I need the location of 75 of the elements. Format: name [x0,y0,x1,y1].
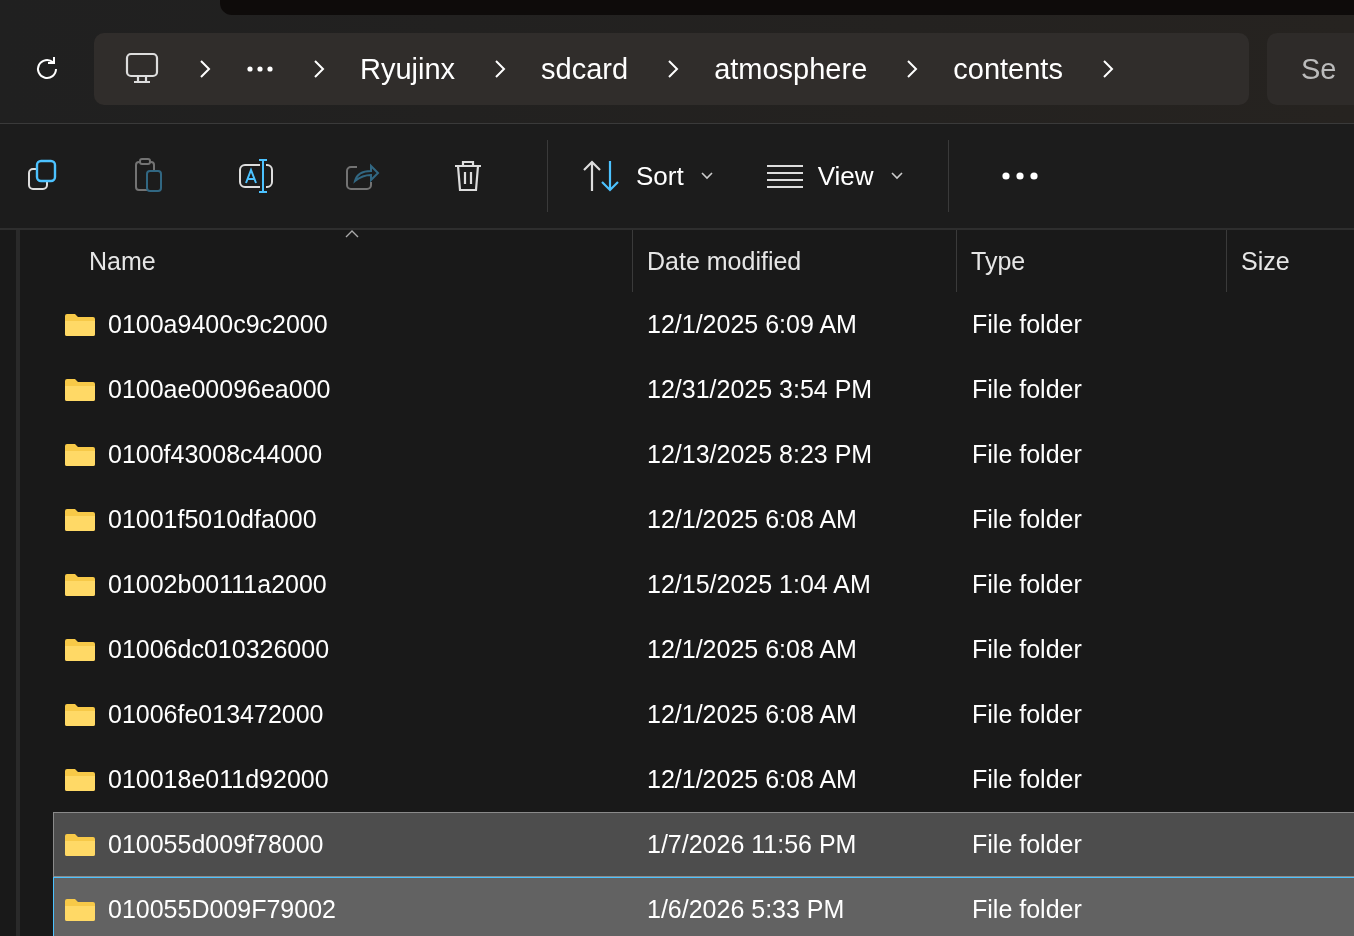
address-bar[interactable]: Ryujinx sdcard atmosphere contents [94,33,1249,105]
more-icon[interactable] [1000,171,1039,181]
file-name: 01006dc010326000 [108,635,330,664]
date-modified: 12/13/2025 8:23 PM [647,440,873,469]
file-row[interactable]: 01001f5010dfa000 12/1/2025 6:08 AM File folder [53,487,1354,552]
file-row[interactable]: 01006dc010326000 12/1/2025 6:08 AM File folder [53,617,1354,682]
folder-icon [64,702,96,727]
file-row[interactable]: 01006fe013472000 12/1/2025 6:08 AM File folder [53,682,1354,747]
file-row[interactable]: 010018e011d92000 12/1/2025 6:08 AM File folder [53,747,1354,812]
view-button[interactable]: View [765,160,904,192]
date-modified: 12/1/2025 6:08 AM [647,635,857,664]
file-type: File folder [972,570,1082,599]
file-row[interactable]: 01002b00111a2000 12/15/2025 1:04 AM File folder [53,552,1354,617]
folder-icon [64,312,96,337]
breadcrumb[interactable]: Ryujinx [360,52,456,86]
file-type: File folder [972,505,1082,534]
rename-icon[interactable] [237,157,275,195]
file-type: File folder [972,310,1082,339]
chevron-icon[interactable] [198,59,212,79]
file-name: 01002b00111a2000 [108,570,327,599]
more-icon[interactable] [246,65,274,73]
date-modified: 12/1/2025 6:09 AM [647,310,857,339]
column-header[interactable]: Name [20,230,632,292]
folder-icon [64,637,96,662]
folder-icon [64,767,96,792]
breadcrumb[interactable]: sdcard [541,52,629,86]
date-modified: 12/1/2025 6:08 AM [647,700,857,729]
folder-icon [64,507,96,532]
file-type: File folder [972,700,1082,729]
selected-row[interactable]: 010055d009f78000 1/7/2026 11:56 PM File folder [53,812,1354,877]
selected-row[interactable]: 010055D009F79002 1/6/2026 5:33 PM File folder [53,877,1354,936]
date-modified: 12/31/2025 3:54 PM [647,375,873,404]
sort-icon[interactable] [582,159,622,193]
file-type: File folder [972,375,1082,404]
folder-icon [64,832,96,857]
file-type: File folder [972,765,1082,794]
date-modified: 12/1/2025 6:08 AM [647,765,857,794]
folder-icon [64,442,96,467]
breadcrumb[interactable]: atmosphere [714,52,868,86]
date-modified: 1/7/2026 11:56 PM [647,830,857,859]
file-type: File folder [972,635,1082,664]
file-type: File folder [972,830,1082,859]
column-header[interactable]: Date modified [632,230,956,292]
folder-icon [64,897,96,922]
breadcrumb[interactable]: contents [953,52,1063,86]
file-type: File folder [972,440,1082,469]
file-name: 0100ae00096ea000 [108,375,331,404]
file-name: 01006fe013472000 [108,700,324,729]
chevron-icon[interactable] [1100,59,1115,79]
chevron-icon[interactable] [666,59,681,79]
chevron-icon[interactable] [905,59,920,79]
folder-icon [64,377,96,402]
file-name: 010018e011d92000 [108,765,329,794]
sort-button[interactable]: Sort [582,159,714,193]
chevron-icon[interactable] [312,59,326,79]
file-row[interactable]: 0100a9400c9c2000 12/1/2025 6:09 AM File folder [53,292,1354,357]
caret-icon[interactable] [889,171,904,181]
chevron-icon[interactable] [493,59,508,79]
file-name: 0100f43008c44000 [108,440,323,469]
file-row[interactable]: 0100f43008c44000 12/13/2025 8:23 PM File folder [53,422,1354,487]
date-modified: 1/6/2026 5:33 PM [647,895,845,924]
column-header[interactable]: Size [1226,230,1354,292]
date-modified: 12/1/2025 6:08 AM [647,505,857,534]
folder-icon [64,572,96,597]
file-type: File folder [972,895,1082,924]
file-row[interactable]: 0100ae00096ea000 12/31/2025 3:54 PM File folder [53,357,1354,422]
search-field[interactable]: Se [1267,33,1354,105]
file-name: 0100a9400c9c2000 [108,310,328,339]
caret-icon[interactable] [699,171,714,181]
file-name: 010055d009f78000 [108,830,324,859]
column-header[interactable]: Type [956,230,1226,292]
file-name: 010055D009F79002 [108,895,336,924]
date-modified: 12/15/2025 1:04 AM [647,570,871,599]
list-icon[interactable] [765,164,804,188]
file-name: 01001f5010dfa000 [108,505,317,534]
